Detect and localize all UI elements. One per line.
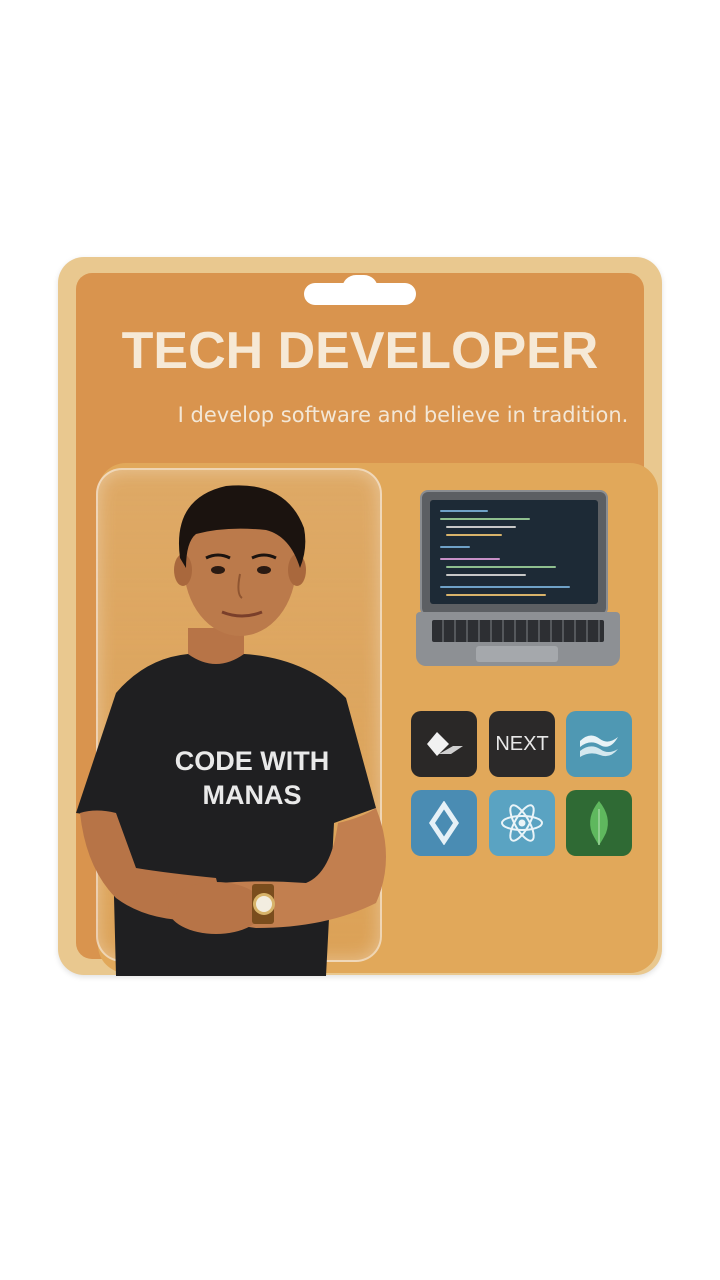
hang-hole <box>304 275 416 305</box>
react-atom-glyph <box>501 804 543 842</box>
shirt-text-line2: MANAS <box>203 780 302 810</box>
react-icon <box>489 790 555 856</box>
developer-figure: CODE WITH MANAS <box>76 485 386 976</box>
flutter-dart-icon-glyph <box>427 732 463 756</box>
laptop-screen <box>430 500 598 604</box>
laptop <box>416 490 622 672</box>
package-subtitle: I develop software and believe in tradit… <box>177 403 629 427</box>
tailwind-icon <box>566 711 632 777</box>
laptop-base <box>416 612 620 666</box>
nextjs-label: NEXT <box>495 732 549 755</box>
shirt-text-line1: CODE WITH <box>175 746 330 776</box>
laptop-lid <box>420 490 608 616</box>
tailwind-wave-glyph <box>580 735 618 757</box>
laptop-keyboard <box>432 620 604 642</box>
flutter-dart-icon <box>411 711 477 777</box>
flutter-glyph <box>428 801 460 845</box>
nextjs-icon: NEXT <box>489 711 555 777</box>
mongodb-leaf-glyph <box>590 801 608 845</box>
flutter-icon <box>411 790 477 856</box>
laptop-trackpad <box>476 646 558 662</box>
package-title: TECH DEVELOPER <box>121 322 599 380</box>
mongodb-icon <box>566 790 632 856</box>
